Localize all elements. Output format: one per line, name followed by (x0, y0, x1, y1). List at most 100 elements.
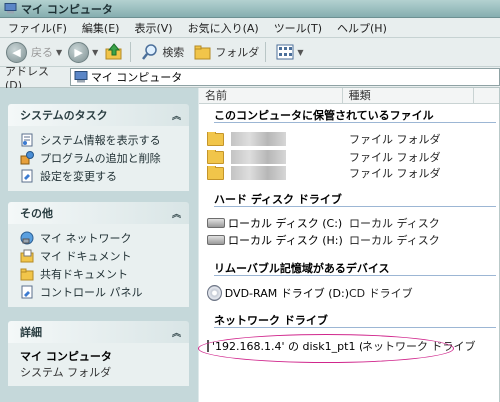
link-label: コントロール パネル (40, 286, 143, 299)
forward-arrow-icon: ▶ (68, 41, 90, 63)
list-item[interactable]: ファイル フォルダ (207, 131, 497, 147)
back-button[interactable]: ◀ 戻る ▼ (6, 41, 62, 63)
group-title: ネットワーク ドライブ (214, 314, 328, 327)
computer-icon (74, 71, 88, 83)
link-my-network[interactable]: マイ ネットワーク (20, 229, 181, 247)
back-label: 戻る (31, 46, 53, 59)
item-name: DVD-RAM ドライブ (D:) (224, 287, 349, 300)
back-arrow-icon: ◀ (6, 41, 27, 63)
system-tasks-title: システムのタスク (20, 109, 108, 122)
other-places-title: その他 (20, 207, 53, 220)
column-name-header[interactable]: 名前 (199, 88, 343, 103)
folder-icon (207, 150, 224, 164)
menu-help[interactable]: ヘルプ(H) (329, 20, 394, 36)
link-label: マイ ネットワーク (40, 232, 132, 245)
list-item[interactable]: ファイル フォルダ (207, 165, 497, 181)
group-divider (214, 275, 496, 276)
blurred-name (231, 150, 286, 164)
hard-drive-icon (207, 218, 225, 228)
menu-tools[interactable]: ツール(T) (266, 20, 329, 36)
control-panel-icon (21, 285, 33, 299)
item-name: '192.168.1.4' の disk1_pt1 (Y:) (212, 340, 362, 353)
link-my-documents[interactable]: マイ ドキュメント (20, 247, 181, 265)
list-item[interactable]: ローカル ディスク (C:) ローカル ディスク (207, 215, 497, 231)
documents-folder-icon (20, 249, 34, 263)
address-value: マイ コンピュータ (90, 71, 183, 84)
hard-drive-icon (207, 235, 225, 245)
link-label: マイ ドキュメント (40, 250, 132, 263)
task-view-system-info[interactable]: システム情報を表示する (20, 131, 181, 149)
toolbar-separator (130, 42, 132, 62)
search-icon (142, 44, 158, 60)
details-panel: 詳細 ︽ マイ コンピュータ システム フォルダ (8, 321, 189, 386)
list-item[interactable]: '192.168.1.4' の disk1_pt1 (Y:) ネットワーク ドラ… (207, 338, 497, 354)
group-title: リムーバブル記憶域があるデバイス (214, 262, 390, 275)
title-bar[interactable]: マイ コンピュータ (0, 0, 500, 18)
item-type: CD ドライブ (349, 287, 413, 300)
up-button[interactable] (104, 42, 124, 62)
item-type: ファイル フォルダ (349, 133, 441, 146)
menu-file[interactable]: ファイル(F) (0, 20, 74, 36)
menu-bar: ファイル(F) 編集(E) 表示(V) お気に入り(A) ツール(T) ヘルプ(… (0, 18, 500, 38)
task-label: 設定を変更する (40, 170, 117, 183)
blurred-name (231, 166, 286, 180)
file-list-pane: 名前 種類 このコンピュータに保管されているファイル ファイル フォルダ ファイ… (199, 88, 500, 402)
views-button[interactable]: ▼ (276, 44, 303, 60)
system-tasks-panel: システムのタスク ︽ システム情報を表示する プログラムの追加と削除 設定を変更… (8, 104, 189, 191)
address-bar: アドレス(D) マイ コンピュータ (0, 65, 500, 92)
item-type: ネットワーク ドライブ (362, 340, 476, 353)
add-remove-programs-icon (20, 151, 34, 165)
forward-dropdown-icon[interactable]: ▼ (92, 48, 98, 57)
group-divider (214, 122, 496, 123)
column-type-header[interactable]: 種類 (343, 88, 475, 103)
link-label: 共有ドキュメント (40, 268, 128, 281)
item-type: ファイル フォルダ (349, 151, 441, 164)
folder-icon (207, 132, 224, 146)
network-icon (20, 231, 34, 245)
shared-folder-icon (20, 268, 34, 281)
folder-icon (207, 166, 224, 180)
collapse-icon[interactable]: ︽ (172, 109, 181, 122)
folder-icon (194, 45, 211, 60)
other-places-body: マイ ネットワーク マイ ドキュメント 共有ドキュメント コントロール パネル (8, 224, 189, 307)
column-spacer (474, 88, 500, 103)
collapse-icon[interactable]: ︽ (172, 326, 181, 339)
folders-label: フォルダ (215, 46, 260, 59)
details-name: マイ コンピュータ (20, 350, 112, 363)
task-add-remove-programs[interactable]: プログラムの追加と削除 (20, 149, 181, 167)
list-item[interactable]: DVD-RAM ドライブ (D:) CD ドライブ (207, 285, 497, 301)
menu-favorites[interactable]: お気に入り(A) (180, 20, 266, 36)
task-change-settings[interactable]: 設定を変更する (20, 167, 181, 185)
other-places-header[interactable]: その他 ︽ (8, 202, 189, 224)
system-tasks-body: システム情報を表示する プログラムの追加と削除 設定を変更する (8, 126, 189, 191)
address-field[interactable]: マイ コンピュータ (69, 68, 500, 86)
views-grid-icon (276, 44, 294, 60)
collapse-icon[interactable]: ︽ (172, 207, 181, 220)
system-info-icon (21, 133, 33, 147)
dvd-drive-icon (207, 285, 222, 301)
item-type: ファイル フォルダ (349, 167, 441, 180)
search-button[interactable]: 検索 (141, 43, 184, 61)
link-shared-documents[interactable]: 共有ドキュメント (20, 265, 181, 283)
item-name: ローカル ディスク (H:) (228, 234, 343, 247)
back-dropdown-icon[interactable]: ▼ (56, 48, 62, 57)
menu-edit[interactable]: 編集(E) (74, 20, 127, 36)
item-type: ローカル ディスク (349, 217, 440, 230)
task-label: システム情報を表示する (40, 134, 161, 147)
group-divider (214, 206, 496, 207)
system-tasks-header[interactable]: システムのタスク ︽ (8, 104, 189, 126)
folder-up-icon (105, 43, 122, 60)
item-type: ローカル ディスク (349, 234, 440, 247)
menu-view[interactable]: 表示(V) (126, 20, 179, 36)
forward-button[interactable]: ▶ ▼ (68, 41, 98, 63)
link-control-panel[interactable]: コントロール パネル (20, 283, 181, 301)
window-title: マイ コンピュータ (21, 2, 113, 16)
toolbar: ◀ 戻る ▼ ▶ ▼ 検索 フォルダ ▼ (0, 38, 500, 67)
item-name: ローカル ディスク (C:) (228, 217, 343, 230)
details-header[interactable]: 詳細 ︽ (8, 321, 189, 343)
views-dropdown-icon[interactable]: ▼ (297, 48, 303, 57)
folders-button[interactable]: フォルダ (194, 44, 259, 60)
list-item[interactable]: ローカル ディスク (H:) ローカル ディスク (207, 232, 497, 248)
list-item[interactable]: ファイル フォルダ (207, 149, 497, 165)
task-pane: システムのタスク ︽ システム情報を表示する プログラムの追加と削除 設定を変更… (0, 88, 198, 402)
